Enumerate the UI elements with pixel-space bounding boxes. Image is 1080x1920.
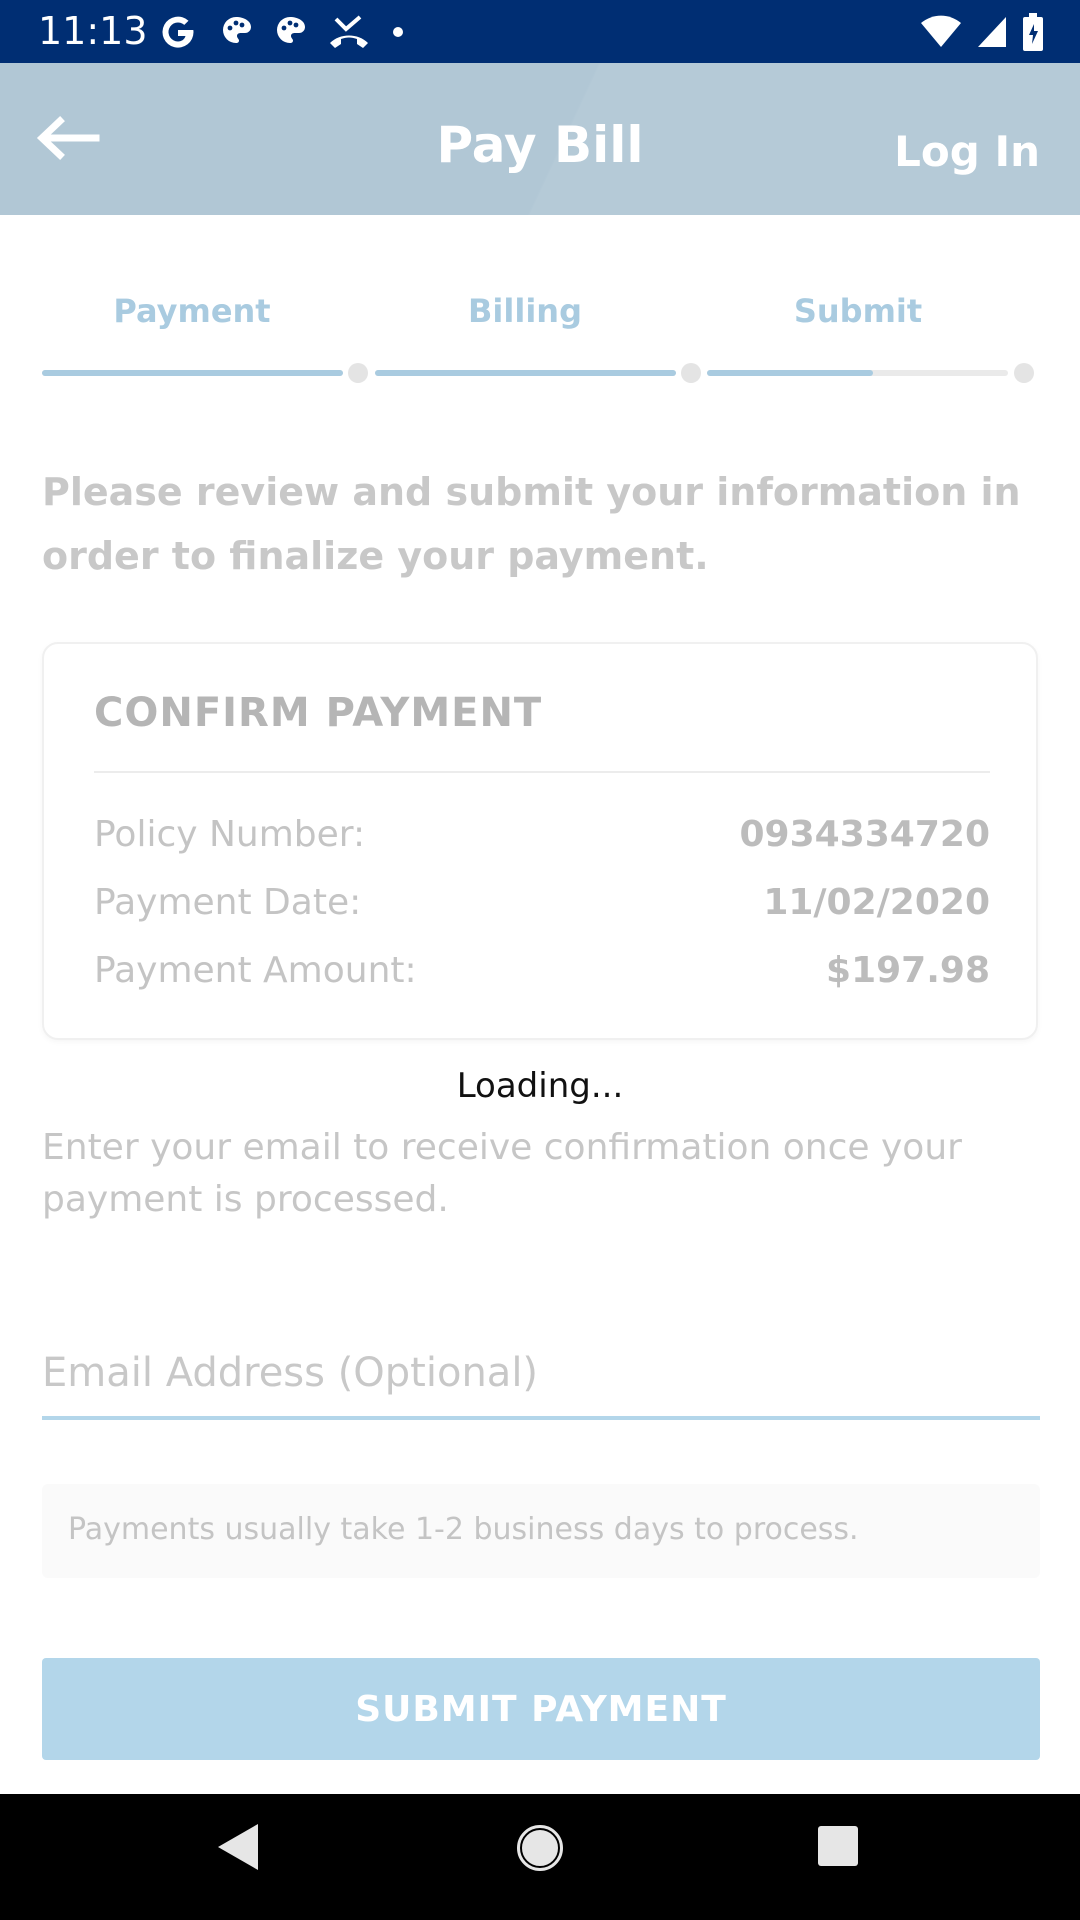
intro-text: Please review and submit your informatio…: [42, 470, 1021, 578]
wifi-icon: [921, 15, 961, 47]
status-icons-left: [158, 10, 404, 54]
policy-number-value: 0934334720: [739, 814, 991, 855]
step-progress-billing: [375, 370, 676, 376]
submit-payment-button[interactable]: SUBMIT PAYMENT: [42, 1658, 1040, 1760]
divider: [94, 771, 990, 773]
missed-call-icon: [330, 15, 368, 48]
email-help-text: Enter your email to receive confirmation…: [42, 1127, 962, 1220]
loading-text: Loading...: [456, 1066, 624, 1106]
payment-date-label: Payment Date:: [94, 882, 362, 923]
step-dot-payment: [348, 363, 368, 383]
status-icons-right: [920, 10, 1044, 54]
status-time: 11:13: [38, 9, 148, 53]
app-bar: Pay Bill Log In: [0, 63, 1080, 215]
step-track-billing: [375, 370, 676, 376]
payment-date-row: Payment Date: 11/02/2020: [94, 882, 990, 932]
status-bar: 11:13: [0, 0, 1080, 63]
step-billing-label: Billing: [468, 292, 582, 330]
battery-icon: [1023, 13, 1043, 51]
payment-amount-label: Payment Amount:: [94, 950, 417, 991]
step-payment-label: Payment: [113, 292, 271, 330]
processing-notice: Payments usually take 1-2 business days …: [42, 1484, 1040, 1578]
card-title: CONFIRM PAYMENT: [94, 690, 543, 736]
confirm-payment-card: CONFIRM PAYMENT Policy Number: 093433472…: [42, 642, 1038, 1040]
payment-date-value: 11/02/2020: [763, 882, 990, 923]
payment-amount-value: $197.98: [826, 950, 990, 991]
back-triangle-icon[interactable]: [216, 1822, 260, 1872]
notification-icon: [277, 17, 305, 43]
login-button[interactable]: Log In: [894, 125, 1040, 179]
step-track-payment: [42, 370, 343, 376]
notification-icon: [223, 17, 251, 43]
policy-number-label: Policy Number:: [94, 814, 366, 855]
dot-icon: [393, 27, 403, 37]
recents-square-icon[interactable]: [816, 1824, 860, 1868]
email-field[interactable]: [42, 1330, 1040, 1420]
notice-text: Payments usually take 1-2 business days …: [68, 1512, 859, 1547]
home-circle-icon[interactable]: [514, 1822, 566, 1874]
step-dot-billing: [681, 363, 701, 383]
policy-number-row: Policy Number: 0934334720: [94, 814, 990, 864]
step-track-submit: [707, 370, 1008, 376]
step-dot-submit: [1014, 363, 1034, 383]
step-submit-label: Submit: [793, 292, 923, 330]
google-icon: [162, 16, 194, 48]
step-progress-submit: [707, 370, 873, 376]
system-nav-bar: [0, 1794, 1080, 1920]
signal-icon: [978, 17, 1006, 47]
payment-amount-row: Payment Amount: $197.98: [94, 950, 990, 1000]
step-progress-payment: [42, 370, 343, 376]
